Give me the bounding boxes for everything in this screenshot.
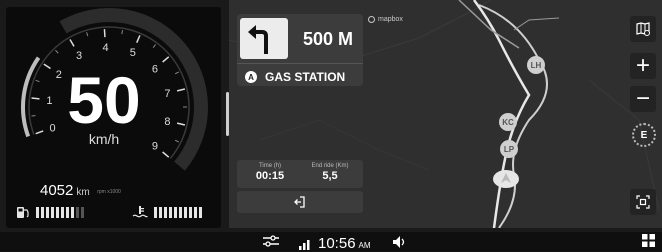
level-bar-segment bbox=[159, 207, 162, 218]
gauge-major-tick bbox=[137, 35, 140, 42]
grid-icon[interactable] bbox=[642, 234, 655, 247]
level-bar-segment bbox=[164, 207, 167, 218]
maneuver-box bbox=[240, 18, 288, 59]
destination-name: GAS STATION bbox=[265, 70, 345, 84]
map-settings-button[interactable] bbox=[630, 16, 656, 42]
level-bar-segment bbox=[56, 207, 59, 218]
trip-time-label: Time (h) bbox=[240, 163, 300, 169]
gauge-number: 4 bbox=[102, 42, 108, 54]
level-bar-segment bbox=[179, 207, 182, 218]
gauge-minor-tick bbox=[153, 44, 155, 47]
trip-distance-label: End ride (Km) bbox=[300, 163, 360, 169]
level-bar-segment bbox=[41, 207, 44, 218]
poi-marker[interactable]: LH bbox=[527, 56, 545, 74]
gauge-major-tick bbox=[32, 98, 40, 99]
clock-time: 10:56 bbox=[318, 235, 356, 252]
odometer: 4052km bbox=[40, 182, 90, 199]
zoom-in-button[interactable]: + bbox=[630, 53, 656, 79]
level-bar-segment bbox=[194, 207, 197, 218]
level-bar-segment bbox=[169, 207, 172, 218]
coolant-temperature-icon bbox=[132, 205, 148, 219]
trip-info-card: Time (h) 00:15 End ride (Km) 5,5 bbox=[237, 160, 363, 188]
map-settings-icon bbox=[635, 21, 651, 37]
mapbox-logo-icon bbox=[368, 16, 375, 23]
card-divider bbox=[237, 63, 363, 64]
level-bar-segment bbox=[199, 207, 202, 218]
gauge-minor-tick bbox=[122, 30, 123, 34]
level-bar-segment bbox=[36, 207, 39, 218]
clock: 10:56 AM bbox=[318, 235, 371, 252]
compass-button[interactable]: E bbox=[632, 123, 656, 147]
gauge-number: 7 bbox=[164, 88, 170, 100]
recenter-button[interactable] bbox=[630, 189, 656, 215]
trip-distance: End ride (Km) 5,5 bbox=[300, 163, 360, 182]
instrument-cluster: 0123456789rpm x1000 50 km/h 4052km bbox=[6, 7, 221, 228]
gauge-number: 5 bbox=[130, 47, 136, 59]
level-bar-segment bbox=[76, 207, 79, 218]
temperature-gauge bbox=[132, 205, 202, 219]
maneuver-row: 500 M bbox=[237, 14, 363, 62]
exit-navigation-button[interactable] bbox=[237, 191, 363, 213]
level-bar-segment bbox=[66, 207, 69, 218]
level-bar-segment bbox=[61, 207, 64, 218]
speed-unit: km/h bbox=[54, 131, 154, 147]
gauge-major-tick bbox=[70, 39, 74, 46]
speaker-icon[interactable] bbox=[392, 235, 408, 249]
trip-time-value: 00:15 bbox=[240, 170, 300, 182]
level-bar-segment bbox=[154, 207, 157, 218]
destination-marker-icon: A bbox=[245, 71, 257, 83]
exit-route-icon bbox=[294, 196, 306, 208]
gauge-major-tick bbox=[44, 64, 51, 68]
trip-distance-value: 5,5 bbox=[300, 170, 360, 182]
turn-instruction-card[interactable]: 500 M A GAS STATION bbox=[237, 14, 363, 86]
attribution-text: mapbox bbox=[378, 16, 403, 23]
sliders-icon[interactable] bbox=[262, 235, 280, 247]
level-bar-segment bbox=[184, 207, 187, 218]
odometer-value: 4052 bbox=[40, 182, 73, 199]
level-bar-segment bbox=[51, 207, 54, 218]
destination: A GAS STATION bbox=[245, 70, 345, 84]
gauge-minor-tick bbox=[175, 140, 179, 142]
fuel-gauge bbox=[16, 205, 84, 219]
level-bar-segment bbox=[46, 207, 49, 218]
level-bar-segment bbox=[189, 207, 192, 218]
gauge-unit-label: rpm x1000 bbox=[97, 189, 121, 195]
signal-bars-icon bbox=[299, 238, 313, 250]
map-attribution: mapbox bbox=[368, 16, 403, 23]
gauge-number: 1 bbox=[46, 95, 52, 107]
gauge-major-tick bbox=[163, 57, 169, 62]
gauge-number: 3 bbox=[76, 50, 82, 62]
gauge-major-tick bbox=[177, 89, 185, 91]
vehicle-position-icon bbox=[492, 168, 520, 190]
gauge-minor-tick bbox=[87, 32, 88, 36]
gauge-minor-tick bbox=[36, 80, 40, 81]
zoom-out-button[interactable]: − bbox=[630, 86, 656, 112]
gauge-major-tick bbox=[36, 131, 44, 134]
gauge-major-tick bbox=[163, 152, 169, 157]
maneuver-distance: 500 M bbox=[295, 29, 361, 50]
trip-time: Time (h) 00:15 bbox=[240, 163, 300, 182]
gauge-minor-tick bbox=[175, 72, 179, 74]
level-bar-segment bbox=[81, 207, 84, 218]
fuel-level-bars bbox=[36, 207, 84, 218]
speed-value: 50 bbox=[54, 67, 154, 133]
gauge-minor-tick bbox=[55, 50, 58, 53]
gauge-number: 8 bbox=[164, 116, 170, 128]
level-bar-segment bbox=[174, 207, 177, 218]
recenter-icon bbox=[636, 195, 650, 209]
poi-marker[interactable]: KC bbox=[499, 113, 517, 131]
temperature-level-bars bbox=[154, 207, 202, 218]
turn-left-icon bbox=[240, 18, 288, 59]
odometer-unit: km bbox=[76, 187, 89, 198]
gauge-major-tick bbox=[177, 123, 185, 125]
poi-marker[interactable]: LP bbox=[500, 140, 518, 158]
level-bar-segment bbox=[71, 207, 74, 218]
fuel-pump-icon bbox=[16, 205, 30, 219]
clock-ampm: AM bbox=[359, 241, 371, 250]
